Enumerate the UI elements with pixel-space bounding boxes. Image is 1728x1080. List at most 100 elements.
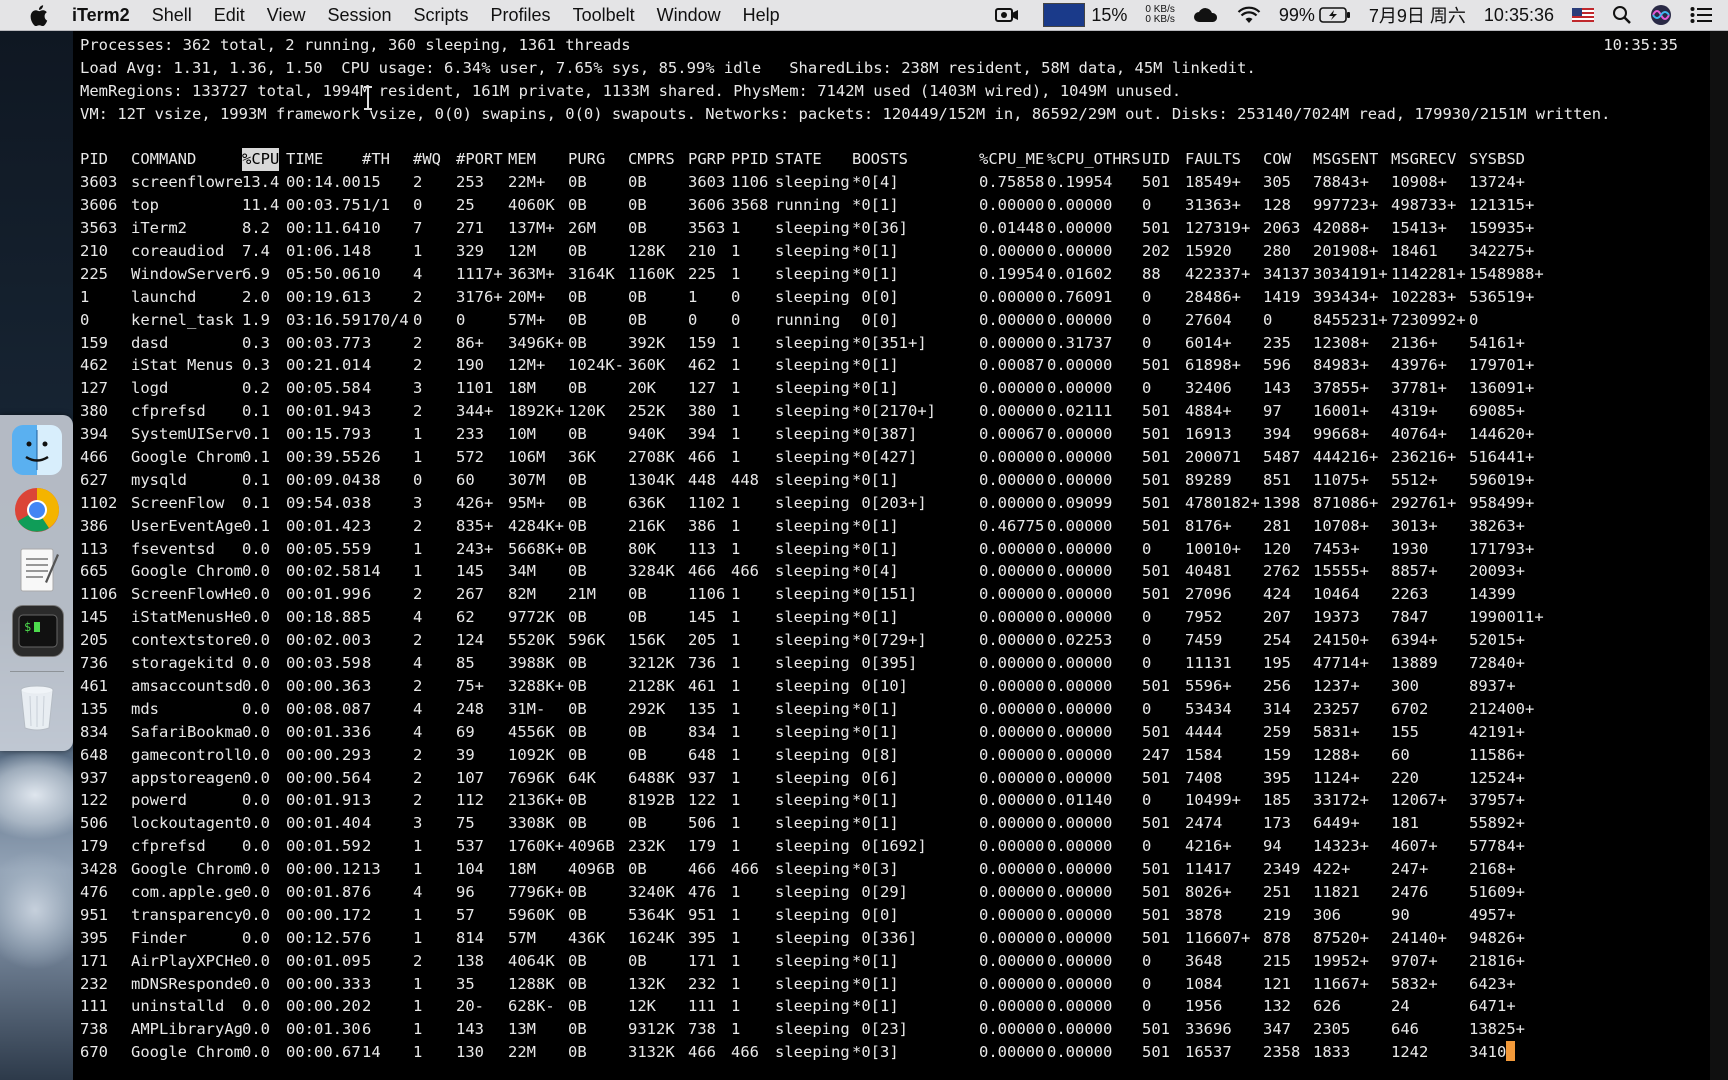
cell-cmprs: 5364K — [628, 905, 675, 924]
cell-wq: 4 — [413, 654, 423, 673]
scrollbar[interactable] — [1710, 30, 1728, 1080]
cell-ppid: 1 — [731, 219, 741, 238]
cell-command: Google Chrom — [131, 860, 243, 879]
menu-shell[interactable]: Shell — [152, 5, 192, 26]
cell-cmprs: 0B — [628, 608, 647, 627]
menu-view[interactable]: View — [267, 5, 306, 26]
cell-time: 00:19.61 — [286, 287, 361, 306]
cell-command: powerd — [131, 791, 187, 810]
cell-th: 3 — [362, 333, 372, 352]
cell-command: Google Chrom — [131, 448, 243, 467]
menu-scripts[interactable]: Scripts — [414, 5, 469, 26]
cell-cpu-me: 0.00000 — [979, 791, 1045, 810]
cell-state: sleeping — [775, 676, 850, 695]
cell-cow: 1419 — [1263, 287, 1301, 306]
cell-th: 14 — [362, 1043, 381, 1062]
cell-boosts: 0[8] — [852, 745, 899, 764]
battery-percent: 99% — [1278, 4, 1315, 25]
cell-cpu: 0.3 — [242, 356, 270, 375]
cell-boosts: 0[6] — [852, 768, 899, 787]
input-source-flag-icon[interactable] — [1572, 8, 1594, 22]
screen-recording-icon[interactable] — [995, 6, 1019, 24]
cell-ppid: 1 — [731, 997, 741, 1016]
cell-sysbsd: 54161+ — [1469, 333, 1525, 352]
finder-dock-icon[interactable] — [12, 425, 62, 475]
battery-status[interactable]: 99% — [1279, 5, 1351, 26]
cell-th: 8 — [362, 654, 372, 673]
cell-port: 233 — [456, 425, 484, 444]
cell-cpu: 0.0 — [242, 997, 270, 1016]
cell-port: 267 — [456, 585, 484, 604]
cell-faults: 89289 — [1185, 470, 1232, 489]
cloud-icon[interactable] — [1193, 6, 1219, 24]
cell-msgsent: 1288+ — [1313, 745, 1360, 764]
cell-mem: 4060K — [508, 196, 555, 215]
cell-boosts: *0[1] — [852, 379, 899, 398]
cell-msgsent: 23257 — [1313, 699, 1360, 718]
apple-logo-icon[interactable] — [28, 4, 50, 26]
chrome-dock-icon[interactable] — [12, 485, 62, 535]
cell-cpu-me: 0.46775 — [979, 516, 1045, 535]
menu-window[interactable]: Window — [657, 5, 721, 26]
cell-command: AMPLibraryAg — [131, 1020, 243, 1039]
cell-cpu: 0.0 — [242, 905, 270, 924]
network-speed[interactable]: 0 KB/s 0 KB/s — [1145, 5, 1174, 25]
textedit-dock-icon[interactable] — [12, 545, 62, 595]
cell-uid: 0 — [1142, 608, 1152, 627]
app-menu-iterm2[interactable]: iTerm2 — [72, 5, 130, 26]
cell-cpu: 0.0 — [242, 585, 270, 604]
cell-boosts: *0[3] — [852, 1043, 899, 1062]
siri-icon[interactable] — [1650, 4, 1672, 26]
cell-cow: 2349 — [1263, 860, 1301, 879]
cell-msgrecv: 24140+ — [1391, 928, 1447, 947]
cell-faults: 3648 — [1185, 951, 1223, 970]
cell-wq: 1 — [413, 997, 423, 1016]
notification-center-icon[interactable] — [1690, 6, 1712, 24]
cell-uid: 0 — [1142, 997, 1152, 1016]
menu-help[interactable]: Help — [743, 5, 780, 26]
cell-cpu-othrs: 0.00000 — [1047, 722, 1113, 741]
cell-purg: 26M — [568, 219, 596, 238]
cell-port: 248 — [456, 699, 484, 718]
iterm2-terminal-window[interactable]: 10:35:35 Processes: 362 total, 2 running… — [73, 30, 1710, 1080]
cell-cmprs: 292K — [628, 699, 666, 718]
cell-port: 39 — [456, 745, 475, 764]
trash-dock-icon[interactable] — [12, 683, 62, 733]
cell-pgrp: 462 — [688, 356, 716, 375]
battery-charging-icon — [1319, 7, 1350, 23]
istat-cpu-icon[interactable]: 15% — [1037, 3, 1127, 27]
cell-mem: 363M+ — [508, 264, 555, 283]
cell-time: 00:09.04 — [286, 470, 361, 489]
menu-edit[interactable]: Edit — [214, 5, 245, 26]
terminal-dock-icon[interactable]: $ — [12, 605, 64, 657]
table-row: 461 amsaccountsd 0.0 00:00.36 3 2 75+ 3288K+ 0B 2… — [80, 675, 1610, 698]
cell-uid: 501 — [1142, 493, 1170, 512]
menu-toolbelt[interactable]: Toolbelt — [573, 5, 635, 26]
cell-th: 1/1 — [362, 196, 390, 215]
spotlight-search-icon[interactable] — [1612, 5, 1632, 25]
cell-pid: 506 — [80, 814, 108, 833]
menu-date[interactable]: 7月9日 周六 — [1369, 2, 1466, 28]
cell-msgrecv: 13889 — [1391, 654, 1438, 673]
cell-faults: 11417 — [1185, 860, 1232, 879]
cell-cpu: 0.0 — [242, 791, 270, 810]
cell-purg: 0B — [568, 905, 587, 924]
cell-th: 5 — [362, 951, 372, 970]
menu-session[interactable]: Session — [327, 5, 391, 26]
wifi-icon[interactable] — [1237, 6, 1261, 24]
cell-command: dasd — [131, 333, 169, 352]
header-memregions: MemRegions: 133727 total, 1994M resident… — [80, 81, 1182, 100]
cell-th: 9 — [362, 539, 372, 558]
cell-purg: 4096B — [568, 837, 615, 856]
menu-clock[interactable]: 10:35:36 — [1484, 5, 1554, 26]
cell-msgrecv: 43976+ — [1391, 356, 1447, 375]
cell-purg: 0B — [568, 379, 587, 398]
cell-command: transparency — [131, 905, 243, 924]
cell-faults: 61898+ — [1185, 356, 1241, 375]
table-row: 476 com.apple.ge 0.0 00:01.87 6 4 96 7796K+ 0B 32… — [80, 881, 1610, 904]
column-header-sysbsd: SYSBSD — [1469, 150, 1525, 169]
cell-msgsent: 14323+ — [1313, 837, 1369, 856]
cell-state: sleeping — [775, 905, 850, 924]
cell-pgrp: 135 — [688, 699, 716, 718]
menu-profiles[interactable]: Profiles — [491, 5, 551, 26]
